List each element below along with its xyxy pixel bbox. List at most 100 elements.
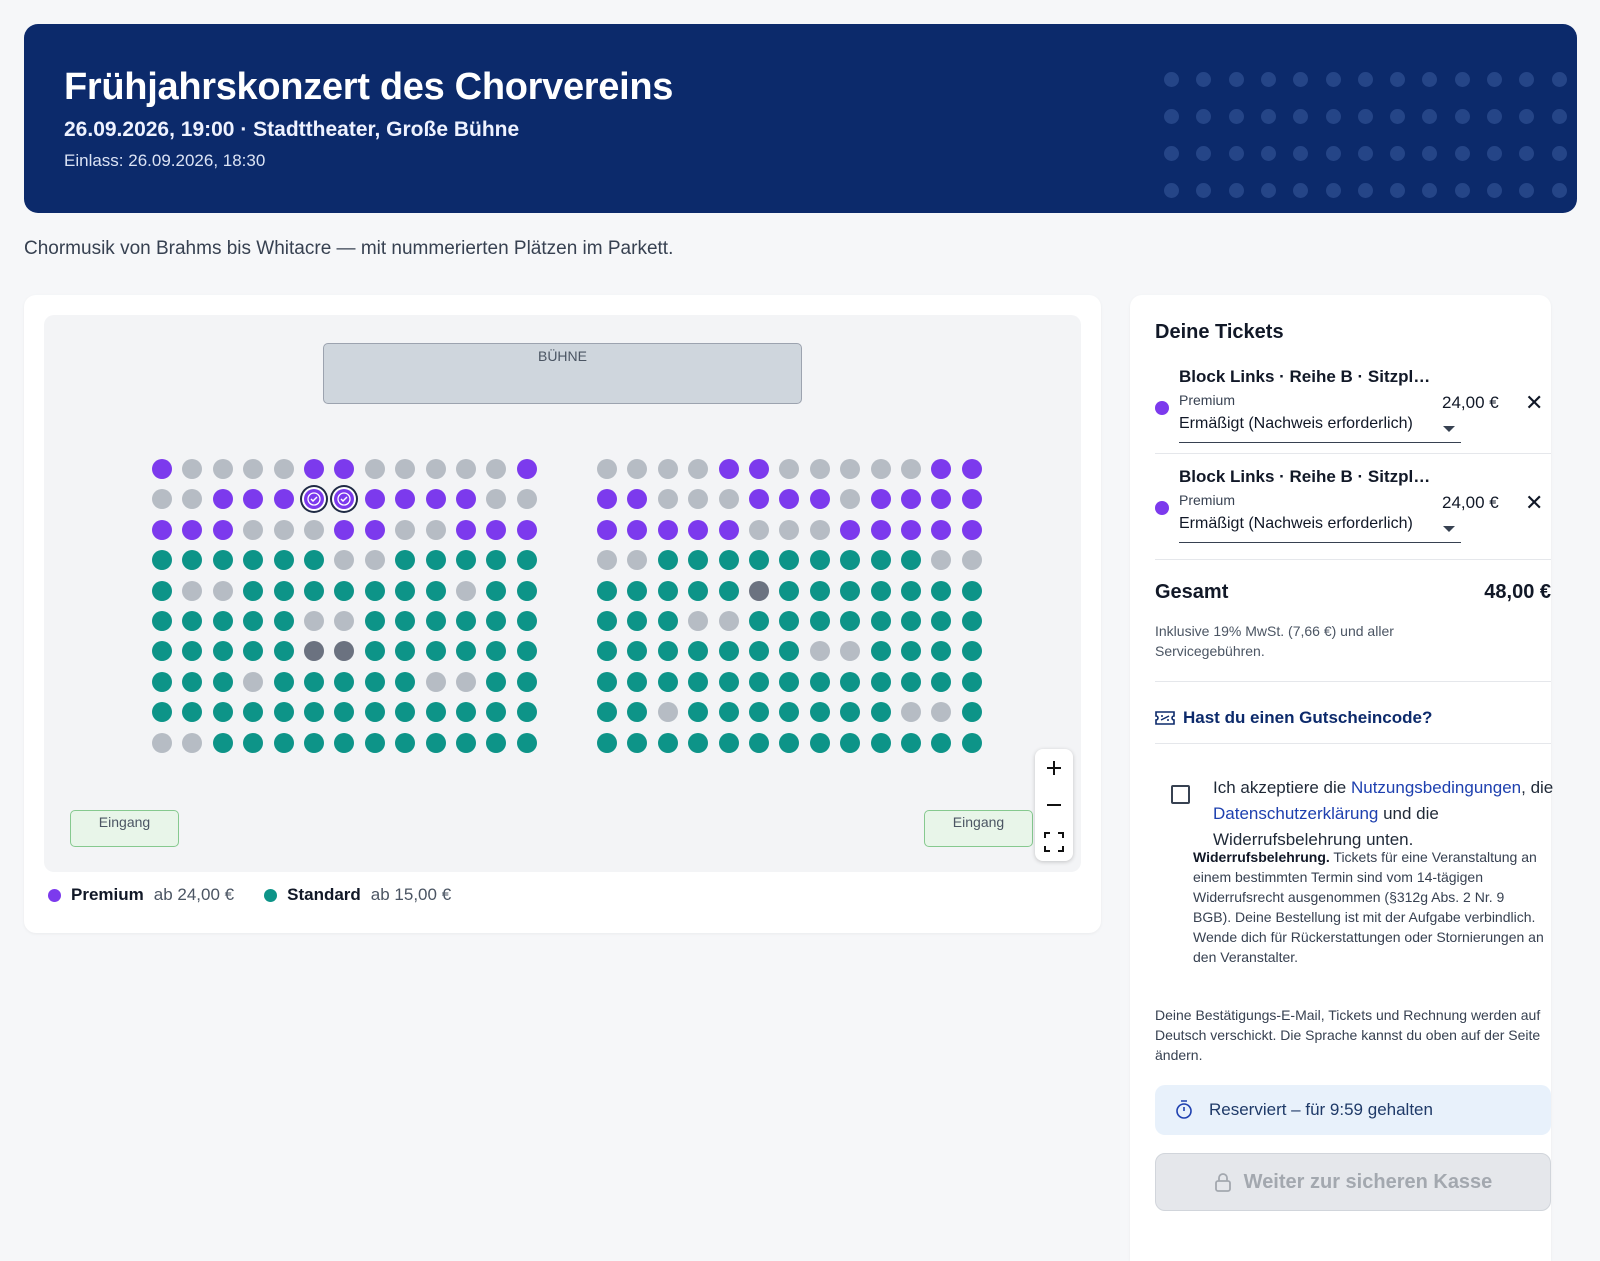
seat[interactable] bbox=[597, 519, 617, 540]
seat[interactable] bbox=[718, 671, 739, 692]
seat[interactable] bbox=[718, 580, 739, 601]
seat[interactable] bbox=[870, 732, 891, 753]
seat[interactable] bbox=[334, 732, 355, 753]
seat[interactable] bbox=[961, 519, 982, 540]
seat[interactable] bbox=[425, 580, 446, 601]
seat[interactable] bbox=[395, 641, 416, 662]
seat[interactable] bbox=[901, 671, 921, 692]
seat[interactable] bbox=[273, 580, 294, 601]
seat[interactable] bbox=[243, 732, 264, 753]
seat[interactable] bbox=[627, 641, 648, 662]
seat[interactable] bbox=[688, 580, 709, 601]
seat[interactable] bbox=[901, 550, 921, 571]
seat[interactable] bbox=[627, 702, 648, 723]
seat-selected[interactable] bbox=[334, 489, 355, 510]
seat[interactable] bbox=[870, 641, 891, 662]
seat[interactable] bbox=[597, 489, 617, 510]
fullscreen-button[interactable] bbox=[1035, 823, 1073, 860]
seat[interactable] bbox=[809, 611, 830, 631]
seat[interactable] bbox=[749, 489, 769, 510]
seat[interactable] bbox=[425, 732, 446, 753]
seat[interactable] bbox=[212, 732, 233, 753]
seat[interactable] bbox=[334, 459, 355, 479]
seat[interactable] bbox=[152, 459, 172, 479]
seat[interactable] bbox=[243, 641, 264, 662]
seat[interactable] bbox=[688, 702, 709, 723]
seat[interactable] bbox=[657, 641, 678, 662]
seat[interactable] bbox=[364, 671, 385, 692]
seat[interactable] bbox=[749, 702, 769, 723]
seat[interactable] bbox=[870, 702, 891, 723]
seat[interactable] bbox=[243, 580, 264, 601]
seat[interactable] bbox=[718, 550, 739, 571]
seat[interactable] bbox=[779, 732, 800, 753]
seat[interactable] bbox=[688, 671, 709, 692]
seat[interactable] bbox=[152, 611, 172, 631]
seat[interactable] bbox=[182, 611, 203, 631]
seat[interactable] bbox=[152, 702, 172, 723]
seat[interactable] bbox=[212, 611, 233, 631]
seat[interactable] bbox=[657, 580, 678, 601]
seat[interactable] bbox=[597, 641, 617, 662]
seat[interactable] bbox=[364, 732, 385, 753]
seat[interactable] bbox=[718, 459, 739, 479]
seat[interactable] bbox=[456, 641, 476, 662]
seat[interactable] bbox=[901, 641, 921, 662]
seat[interactable] bbox=[395, 611, 416, 631]
seat[interactable] bbox=[840, 611, 861, 631]
seat[interactable] bbox=[304, 732, 324, 753]
seat[interactable] bbox=[870, 671, 891, 692]
seat[interactable] bbox=[516, 732, 537, 753]
seat[interactable] bbox=[779, 641, 800, 662]
voucher-link[interactable]: Hast du einen Gutscheincode? bbox=[1155, 708, 1432, 728]
seat[interactable] bbox=[840, 550, 861, 571]
seat[interactable] bbox=[901, 519, 921, 540]
seat[interactable] bbox=[901, 489, 921, 510]
seat[interactable] bbox=[243, 702, 264, 723]
seat[interactable] bbox=[597, 611, 617, 631]
seat[interactable] bbox=[931, 580, 952, 601]
seat[interactable] bbox=[901, 611, 921, 631]
seat[interactable] bbox=[334, 671, 355, 692]
seat[interactable] bbox=[870, 519, 891, 540]
seat[interactable] bbox=[395, 550, 416, 571]
seat[interactable] bbox=[657, 732, 678, 753]
seat[interactable] bbox=[627, 671, 648, 692]
seat[interactable] bbox=[779, 550, 800, 571]
seat[interactable] bbox=[749, 459, 769, 479]
seat[interactable] bbox=[182, 671, 203, 692]
seat[interactable] bbox=[182, 641, 203, 662]
seat[interactable] bbox=[718, 702, 739, 723]
seat-map[interactable]: BÜHNE Eingang Eingang bbox=[44, 315, 1081, 872]
seat[interactable] bbox=[840, 702, 861, 723]
seat[interactable] bbox=[273, 702, 294, 723]
seat[interactable] bbox=[364, 611, 385, 631]
seat[interactable] bbox=[182, 519, 203, 540]
seat[interactable] bbox=[486, 702, 507, 723]
seat[interactable] bbox=[961, 732, 982, 753]
seat[interactable] bbox=[395, 489, 416, 510]
privacy-policy-link[interactable]: Datenschutzerklärung bbox=[1213, 804, 1378, 823]
remove-ticket-button[interactable]: ✕ bbox=[1525, 390, 1543, 416]
seat[interactable] bbox=[486, 580, 507, 601]
seat[interactable] bbox=[334, 580, 355, 601]
seat[interactable] bbox=[749, 732, 769, 753]
seat[interactable] bbox=[425, 489, 446, 510]
seat[interactable] bbox=[182, 550, 203, 571]
seat[interactable] bbox=[304, 550, 324, 571]
seat[interactable] bbox=[961, 671, 982, 692]
seat[interactable] bbox=[243, 489, 264, 510]
seat[interactable] bbox=[456, 519, 476, 540]
seat[interactable] bbox=[809, 671, 830, 692]
seat[interactable] bbox=[961, 702, 982, 723]
seat[interactable] bbox=[456, 550, 476, 571]
seat[interactable] bbox=[516, 671, 537, 692]
seat[interactable] bbox=[597, 702, 617, 723]
seat[interactable] bbox=[364, 489, 385, 510]
seat[interactable] bbox=[425, 611, 446, 631]
seat[interactable] bbox=[870, 489, 891, 510]
seat-selected[interactable] bbox=[304, 489, 324, 510]
seat[interactable] bbox=[516, 702, 537, 723]
seat[interactable] bbox=[456, 611, 476, 631]
seat[interactable] bbox=[212, 671, 233, 692]
